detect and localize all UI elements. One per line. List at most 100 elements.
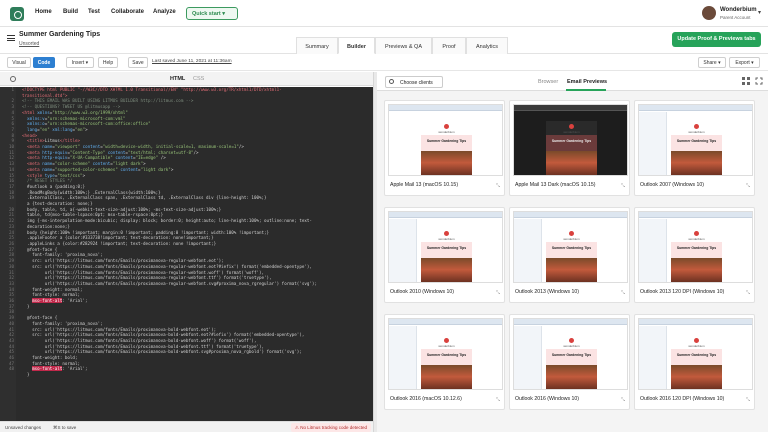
email-title: Summer Gardening Tips: [676, 246, 717, 250]
code-editor[interactable]: 1 2 3 4 5 6 7 8 9 10 11 12 13 14 15 16 17 18 19 20 21 22 23 2…: [0, 87, 373, 421]
preview-card[interactable]: wonderbium Summer Gardening Tips Apple M…: [509, 100, 630, 196]
visual-mode-button[interactable]: Visual: [7, 57, 31, 68]
email-image: [671, 365, 722, 389]
export-button[interactable]: Export ▾: [729, 57, 760, 68]
preview-card[interactable]: wonderbium Summer Gardening Tips Outlook…: [634, 207, 755, 303]
nav-analyze[interactable]: Analyze: [153, 9, 176, 15]
code-content[interactable]: <!DOCTYPE html PUBLIC "-//W3C//DTD XHTML…: [22, 87, 372, 378]
help-button[interactable]: Help: [98, 57, 118, 68]
email-hero: [421, 349, 472, 365]
expand-icon[interactable]: ⤡: [496, 290, 500, 296]
expand-icon[interactable]: ⤡: [621, 290, 625, 296]
email-title: Summer Gardening Tips: [426, 353, 467, 357]
preview-thumbnail[interactable]: wonderbium Summer Gardening Tips: [638, 211, 753, 283]
code-mode-button[interactable]: Code: [33, 57, 55, 68]
line-numbers: 1 2 3 4 5 6 7 8 9 10 11 12 13 14 15 16 17 18 19 20 21 22 23 2…: [0, 87, 16, 421]
insert-label: Insert: [71, 60, 85, 66]
insert-button[interactable]: Insert ▾: [66, 57, 94, 68]
outlook-sidepane: [389, 326, 417, 389]
nav-home[interactable]: Home: [35, 9, 52, 15]
email-image: [546, 365, 597, 389]
nav-test[interactable]: Test: [88, 9, 100, 15]
outlook-sidepane: [639, 112, 667, 175]
tab-analytics[interactable]: Analytics: [466, 37, 508, 54]
preview-thumbnail[interactable]: wonderbium Summer Gardening Tips: [638, 318, 753, 390]
email-image: [421, 365, 472, 389]
email-render: wonderbium Summer Gardening Tips: [421, 121, 472, 175]
outlook-sidepane: [639, 219, 667, 282]
tab-builder[interactable]: Builder: [338, 37, 375, 54]
folder-link[interactable]: Unsorted: [19, 41, 39, 47]
avatar[interactable]: [702, 6, 716, 20]
tab-browser[interactable]: Browser: [538, 79, 558, 85]
email-hero: [421, 135, 472, 151]
share-button[interactable]: Share ▾: [698, 57, 726, 68]
update-proof-button[interactable]: Update Proof & Previews tabs: [672, 32, 761, 47]
email-image: [546, 151, 597, 175]
preview-card[interactable]: wonderbium Summer Gardening Tips Outlook…: [634, 314, 755, 410]
expand-icon[interactable]: ⤡: [746, 183, 750, 189]
email-render: wonderbium Summer Gardening Tips: [671, 121, 722, 175]
expand-icon[interactable]: ⤡: [746, 290, 750, 296]
brand-name: wonderbium: [563, 130, 580, 134]
brand-logo-icon: [444, 338, 449, 343]
last-saved-link[interactable]: Last saved June 11, 2021 at 11:36am: [152, 59, 232, 64]
preview-card[interactable]: wonderbium Summer Gardening Tips Outlook…: [509, 314, 630, 410]
brand-logo-icon: [569, 338, 574, 343]
expand-icon[interactable]: ⤡: [496, 397, 500, 403]
tab-previews-qa[interactable]: Previews & QA: [375, 37, 432, 54]
grid-view-icon[interactable]: [742, 77, 750, 85]
preview-thumbnail[interactable]: wonderbium Summer Gardening Tips: [513, 211, 628, 283]
email-render: wonderbium Summer Gardening Tips: [421, 335, 472, 389]
client-label: Outlook 2016 (macOS 10.12.6): [390, 396, 462, 402]
client-label: Outlook 2013 (Windows 10): [515, 289, 580, 295]
window-chrome: [514, 212, 627, 218]
menu-icon[interactable]: [7, 35, 15, 41]
window-chrome: [389, 105, 502, 111]
expand-icon[interactable]: ⤡: [621, 183, 625, 189]
export-label: Export: [735, 60, 750, 66]
window-chrome: [639, 212, 752, 218]
tracking-warning-label: No Litmus tracking code detected: [300, 425, 367, 430]
tracking-warning[interactable]: ⚠ No Litmus tracking code detected: [290, 423, 371, 432]
preview-card[interactable]: wonderbium Summer Gardening Tips Apple M…: [384, 100, 505, 196]
preview-card[interactable]: wonderbium Summer Gardening Tips Outlook…: [634, 100, 755, 196]
brand-name: wonderbium: [563, 344, 580, 348]
preview-card[interactable]: wonderbium Summer Gardening Tips Outlook…: [384, 207, 505, 303]
preview-thumbnail[interactable]: wonderbium Summer Gardening Tips: [513, 104, 628, 176]
client-label: Apple Mail 13 (macOS 10.15): [390, 182, 459, 188]
tab-email-previews[interactable]: Email Previews: [567, 79, 607, 85]
preview-thumbnail[interactable]: wonderbium Summer Gardening Tips: [638, 104, 753, 176]
tab-html[interactable]: HTML: [170, 76, 185, 82]
brand-logo-icon: [694, 231, 699, 236]
brand-name: wonderbium: [688, 130, 705, 134]
tab-css[interactable]: CSS: [193, 76, 204, 82]
client-label: Outlook 2007 (Windows 10): [640, 182, 705, 188]
email-title: Summer Gardening Tips: [551, 353, 592, 357]
litmus-logo-icon[interactable]: [10, 7, 24, 21]
expand-icon[interactable]: ⤡: [496, 183, 500, 189]
preview-thumbnail[interactable]: wonderbium Summer Gardening Tips: [513, 318, 628, 390]
tab-summary[interactable]: Summary: [296, 37, 338, 54]
save-button[interactable]: Save: [128, 57, 148, 68]
quick-start-button[interactable]: Quick start ▾: [186, 7, 238, 20]
tab-proof[interactable]: Proof: [432, 37, 466, 54]
nav-build[interactable]: Build: [63, 9, 78, 15]
email-title: Summer Gardening Tips: [426, 246, 467, 250]
nav-collaborate[interactable]: Collaborate: [111, 9, 144, 15]
preview-thumbnail[interactable]: wonderbium Summer Gardening Tips: [388, 318, 503, 390]
preview-card[interactable]: wonderbium Summer Gardening Tips Outlook…: [509, 207, 630, 303]
preview-thumbnail[interactable]: wonderbium Summer Gardening Tips: [388, 104, 503, 176]
chevron-down-icon[interactable]: ▾: [758, 9, 761, 16]
gear-icon[interactable]: [10, 76, 16, 82]
expand-icon[interactable]: ⤡: [621, 397, 625, 403]
account-role: Parent Account: [720, 15, 751, 20]
preview-thumbnail[interactable]: wonderbium Summer Gardening Tips: [388, 211, 503, 283]
email-hero: [671, 135, 722, 151]
expand-icon[interactable]: ⤡: [746, 397, 750, 403]
expand-icon[interactable]: [755, 77, 763, 85]
preview-card[interactable]: wonderbium Summer Gardening Tips Outlook…: [384, 314, 505, 410]
brand-logo-icon: [569, 124, 574, 129]
email-image: [421, 151, 472, 175]
client-label: Outlook 2016 (Windows 10): [515, 396, 580, 402]
